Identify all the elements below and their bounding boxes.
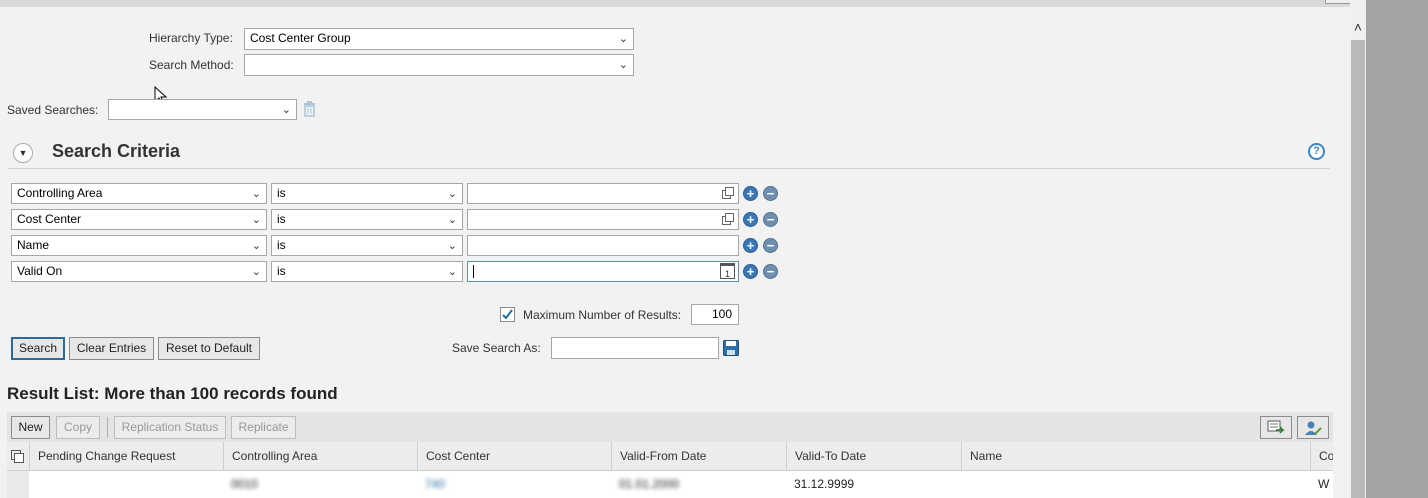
criteria-field-select[interactable]: Cost Center ⌄ xyxy=(11,209,267,230)
remove-row-icon[interactable]: − xyxy=(763,264,778,279)
cell-co: W xyxy=(1318,477,1330,491)
criteria-operator-value: is xyxy=(277,264,286,278)
section-divider xyxy=(8,168,1330,169)
chevron-down-icon: ⌄ xyxy=(618,33,628,45)
search-method-label: Search Method: xyxy=(149,58,234,72)
top-bar-button[interactable] xyxy=(1325,0,1351,4)
column-header-pending-change-request[interactable]: Pending Change Request xyxy=(29,442,223,470)
save-search-input[interactable] xyxy=(551,337,719,359)
criteria-field-value: Name xyxy=(17,238,50,252)
criteria-operator-select[interactable]: is ⌄ xyxy=(271,261,463,282)
search-button[interactable]: Search xyxy=(11,337,65,360)
chevron-down-icon: ⌄ xyxy=(447,214,457,226)
outside-area xyxy=(1366,0,1428,498)
hierarchy-type-value: Cost Center Group xyxy=(250,31,351,45)
search-method-select[interactable]: ⌄ xyxy=(244,54,634,76)
save-search-label: Save Search As: xyxy=(452,341,541,355)
max-results-checkbox[interactable] xyxy=(500,307,515,322)
remove-row-icon[interactable]: − xyxy=(763,212,778,227)
criteria-value-input[interactable] xyxy=(467,183,739,204)
add-row-icon[interactable]: + xyxy=(743,212,758,227)
max-results-label: Maximum Number of Results: xyxy=(523,308,682,322)
search-criteria-title: Search Criteria xyxy=(52,141,181,161)
criteria-operator-value: is xyxy=(277,186,286,200)
cell-controlling-area: 0010 xyxy=(231,477,258,491)
personalize-icon xyxy=(1305,421,1322,435)
criteria-field-select[interactable]: Controlling Area ⌄ xyxy=(11,183,267,204)
row-selector[interactable] xyxy=(7,471,29,498)
criteria-operator-select[interactable]: is ⌄ xyxy=(271,183,463,204)
replication-status-button[interactable]: Replication Status xyxy=(114,416,226,439)
chevron-down-icon: ⌄ xyxy=(251,188,261,200)
text-cursor xyxy=(473,265,474,278)
scroll-up-icon[interactable]: ˄ xyxy=(1350,18,1366,36)
chevron-down-icon: ⌄ xyxy=(447,188,457,200)
remove-row-icon[interactable]: − xyxy=(763,238,778,253)
select-all-icon[interactable] xyxy=(11,450,25,463)
cell-cost-center-link[interactable]: 740 xyxy=(417,471,611,498)
criteria-field-value: Valid On xyxy=(17,264,63,278)
column-header-controlling-area[interactable]: Controlling Area xyxy=(223,442,417,470)
toolbar-separator xyxy=(107,417,108,438)
criteria-field-value: Cost Center xyxy=(17,212,82,226)
hierarchy-type-label: Hierarchy Type: xyxy=(149,31,233,45)
criteria-operator-select[interactable]: is ⌄ xyxy=(271,209,463,230)
top-bar xyxy=(0,0,1350,7)
saved-searches-select[interactable]: ⌄ xyxy=(108,99,297,120)
criteria-value-input[interactable] xyxy=(467,235,739,256)
criteria-field-select[interactable]: Name ⌄ xyxy=(11,235,267,256)
chevron-down-icon: ⌄ xyxy=(251,240,261,252)
criteria-operator-value: is xyxy=(277,238,286,252)
reset-to-default-button[interactable]: Reset to Default xyxy=(158,337,260,360)
add-row-icon[interactable]: + xyxy=(743,186,758,201)
value-help-icon[interactable] xyxy=(722,213,735,226)
cell-name xyxy=(961,471,1310,498)
criteria-field-value: Controlling Area xyxy=(17,186,103,200)
add-row-icon[interactable]: + xyxy=(743,238,758,253)
chevron-down-icon: ⌄ xyxy=(447,266,457,278)
hierarchy-type-select[interactable]: Cost Center Group ⌄ xyxy=(244,28,634,50)
chevron-down-icon: ⌄ xyxy=(618,59,628,71)
new-button[interactable]: New xyxy=(11,416,50,439)
chevron-down-icon: ⌄ xyxy=(447,240,457,252)
chevron-down-icon: ⌄ xyxy=(281,104,291,116)
saved-searches-label: Saved Searches: xyxy=(7,103,99,117)
criteria-operator-value: is xyxy=(277,212,286,226)
value-help-icon[interactable] xyxy=(722,187,735,200)
export-button[interactable] xyxy=(1260,416,1292,439)
chevron-down-icon: ⌄ xyxy=(251,214,261,226)
criteria-value-input[interactable]: 1 xyxy=(467,261,739,282)
trash-icon[interactable] xyxy=(303,101,316,117)
cell-valid-from-date: 01.01.2000 xyxy=(619,477,680,491)
column-header-cost-center[interactable]: Cost Center xyxy=(417,442,611,470)
copy-button[interactable]: Copy xyxy=(56,416,100,439)
cell-pending-change-request xyxy=(29,471,223,498)
clear-entries-button[interactable]: Clear Entries xyxy=(69,337,154,360)
criteria-field-select[interactable]: Valid On ⌄ xyxy=(11,261,267,282)
replicate-button[interactable]: Replicate xyxy=(231,416,296,439)
help-icon[interactable]: ? xyxy=(1308,143,1325,160)
column-header-valid-from-date[interactable]: Valid-From Date xyxy=(611,442,786,470)
checkmark-icon xyxy=(502,309,513,320)
column-header-valid-to-date[interactable]: Valid-To Date xyxy=(786,442,961,470)
cell-valid-to-date: 31.12.9999 xyxy=(794,477,855,491)
criteria-value-input[interactable] xyxy=(467,209,739,230)
remove-row-icon[interactable]: − xyxy=(763,186,778,201)
personalize-button[interactable] xyxy=(1297,416,1329,439)
column-header-co[interactable]: Co xyxy=(1310,442,1333,470)
calendar-icon[interactable]: 1 xyxy=(720,263,735,279)
collapse-toggle-icon[interactable]: ▼ xyxy=(13,143,33,163)
save-icon[interactable] xyxy=(723,340,739,356)
export-icon xyxy=(1267,420,1285,434)
chevron-down-icon: ⌄ xyxy=(251,266,261,278)
max-results-input[interactable]: 100 xyxy=(691,304,739,325)
column-header-name[interactable]: Name xyxy=(961,442,1310,470)
result-list-title: Result List: More than 100 records found xyxy=(7,384,338,403)
criteria-operator-select[interactable]: is ⌄ xyxy=(271,235,463,256)
scrollbar-thumb[interactable] xyxy=(1351,40,1365,498)
add-row-icon[interactable]: + xyxy=(743,264,758,279)
